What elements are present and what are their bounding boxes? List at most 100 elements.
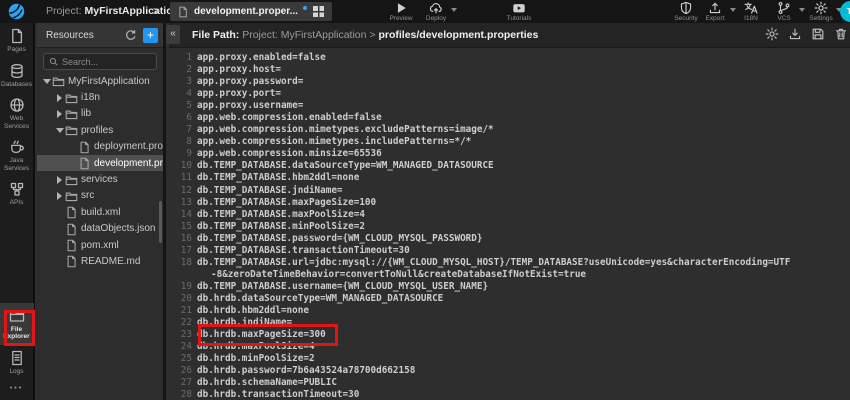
code-line-9: 9app.web.compression.minsize=65536 [169, 148, 850, 160]
resources-title: Resources [46, 30, 124, 41]
file-icon [177, 6, 189, 18]
code-line-21: 21db.hrdb.hbm2ddl=none [169, 305, 850, 317]
file-icon [65, 206, 78, 218]
settings-button[interactable]: Settings [802, 1, 840, 22]
folder-icon [9, 308, 25, 324]
code-text: db.hrdb.hbm2ddl=none [197, 305, 309, 317]
caret-down-icon[interactable] [42, 79, 51, 84]
resources-header: Resources + [37, 23, 163, 48]
sidebar-item-web-services[interactable]: Web Services [0, 92, 34, 134]
tree-item-label: i18n [81, 92, 100, 103]
tree-item-build-xml[interactable]: build.xml [37, 204, 163, 220]
code-line-20: 20db.hrdb.dataSourceType=WM_MANAGED_DATA… [169, 293, 850, 305]
tree-item-lib[interactable]: lib [37, 106, 163, 122]
code-line-16: 16db.TEMP_DATABASE.password={WM_CLOUD_MY… [169, 233, 850, 245]
user-avatar[interactable]: TI [840, 1, 850, 22]
grid-icon[interactable] [312, 5, 325, 18]
tree-item-label: dataObjects.json [81, 223, 156, 234]
code-text: db.hrdb.jndiName= [197, 317, 292, 329]
delete-file-button[interactable] [834, 27, 848, 41]
preview-button[interactable]: Preview [382, 1, 420, 22]
sidebar-item-java-services[interactable]: Java Services [0, 134, 34, 176]
code-text: db.TEMP_DATABASE.dataSourceType=WM_MANAG… [197, 160, 494, 172]
tree-item-label: development.properties [94, 158, 163, 169]
code-line-wrap: -8&zeroDateTimeBehavior=convertToNull&cr… [169, 269, 850, 281]
line-number: 19 [169, 281, 197, 293]
sidebar-item-pages[interactable]: Pages [0, 23, 34, 58]
database-icon [9, 63, 25, 79]
code-line-17: 17db.TEMP_DATABASE.transactionTimeout=30 [169, 245, 850, 257]
code-line-6: 6app.web.compression.enabled=false [169, 112, 850, 124]
tutorials-button[interactable]: Tutorials [500, 1, 538, 22]
code-line-28: 28db.hrdb.transactionTimeout=30 [169, 389, 850, 400]
sidebar-item-logs[interactable]: Logs [0, 345, 34, 380]
code-text: db.TEMP_DATABASE.url=jdbc:mysql://{WM_CL… [197, 257, 790, 269]
chevron-right-icon: > [153, 0, 160, 23]
action-label: Deploy [417, 15, 455, 22]
tree-item-src[interactable]: src [37, 188, 163, 204]
tree-item-deployment-properties[interactable]: deployment.properties [37, 139, 163, 155]
sidebar-item-file-explorer[interactable]: File Explorer [0, 303, 34, 345]
export-button[interactable]: Export [696, 1, 734, 22]
sidebar-overflow-button[interactable]: ••• [10, 379, 23, 400]
app-logo-icon[interactable] [8, 3, 25, 20]
tree-item-profiles[interactable]: profiles [37, 122, 163, 138]
collapse-resources-button[interactable]: « [166, 25, 180, 44]
search-input[interactable] [62, 57, 152, 67]
code-text: app.web.compression.mimetypes.excludePat… [197, 124, 494, 136]
action-label: Export [696, 15, 734, 22]
refresh-icon[interactable] [124, 29, 137, 42]
code-text: db.TEMP_DATABASE.hbm2ddl=none [197, 172, 359, 184]
line-number: 27 [169, 377, 197, 389]
sidebar-item-label: Java Services [0, 157, 33, 172]
code-text: db.TEMP_DATABASE.jndiName= [197, 185, 343, 197]
sidebar-item-label: Web Services [0, 115, 33, 130]
export-icon [708, 1, 722, 14]
line-number: 14 [169, 209, 197, 221]
code-line-19: 19db.TEMP_DATABASE.username={WM_CLOUD_MY… [169, 281, 850, 293]
sidebar-item-label: Databases [0, 81, 33, 89]
code-text: db.TEMP_DATABASE.maxPoolSize=4 [197, 209, 365, 221]
icon-sidebar: Pages Databases Web Services Java Services A… [0, 23, 35, 400]
caret-right-icon[interactable] [55, 94, 64, 102]
code-text: db.hrdb.maxPageSize=300 [197, 329, 326, 341]
code-line-18: 18db.TEMP_DATABASE.url=jdbc:mysql://{WM_… [169, 257, 850, 269]
code-line-24: 24db.hrdb.maxPoolSize=4 [169, 341, 850, 353]
tree-item-readme-md[interactable]: README.md [37, 253, 163, 269]
deploy-button[interactable]: Deploy [417, 1, 455, 22]
download-file-button[interactable] [788, 27, 802, 41]
caret-down-icon[interactable] [55, 128, 64, 133]
tab-development-properties[interactable]: development.proper... [170, 2, 332, 21]
tree-item-label: pom.xml [81, 240, 119, 251]
tree-scrollbar[interactable] [159, 201, 162, 243]
tree-item-development-properties[interactable]: development.properties [37, 155, 163, 171]
code-area[interactable]: 1app.proxy.enabled=false2app.proxy.host=… [169, 48, 850, 400]
line-number: 8 [169, 136, 197, 148]
tree-item-label: build.xml [81, 207, 120, 218]
modified-dot [303, 6, 307, 10]
code-line-23: 23db.hrdb.maxPageSize=300 [169, 329, 850, 341]
line-number: 28 [169, 389, 197, 400]
chevron-down-icon[interactable] [451, 8, 457, 12]
vcs-button[interactable]: VCS [765, 1, 803, 22]
code-line-2: 2app.proxy.host= [169, 64, 850, 76]
sidebar-item-label: Logs [0, 368, 33, 376]
caret-right-icon[interactable] [55, 110, 64, 118]
line-number: 4 [169, 88, 197, 100]
tree-item-services[interactable]: services [37, 171, 163, 187]
action-label: Tutorials [500, 15, 538, 22]
tree-item-i18n[interactable]: i18n [37, 89, 163, 105]
globe-icon [9, 97, 25, 113]
tree-item-pom-xml[interactable]: pom.xml [37, 237, 163, 253]
tree-item-myfirstapplication[interactable]: MyFirstApplication [37, 73, 163, 89]
sidebar-item-apis[interactable]: APIs [0, 176, 34, 211]
line-number: 11 [169, 172, 197, 184]
code-line-13: 13db.TEMP_DATABASE.maxPageSize=100 [169, 197, 850, 209]
editor-settings-button[interactable] [765, 27, 779, 41]
save-file-button[interactable] [811, 27, 825, 41]
caret-right-icon[interactable] [55, 192, 64, 200]
tree-item-dataobjects-json[interactable]: dataObjects.json [37, 221, 163, 237]
sidebar-item-databases[interactable]: Databases [0, 58, 34, 93]
caret-right-icon[interactable] [55, 176, 64, 184]
add-resource-button[interactable]: + [143, 28, 158, 43]
